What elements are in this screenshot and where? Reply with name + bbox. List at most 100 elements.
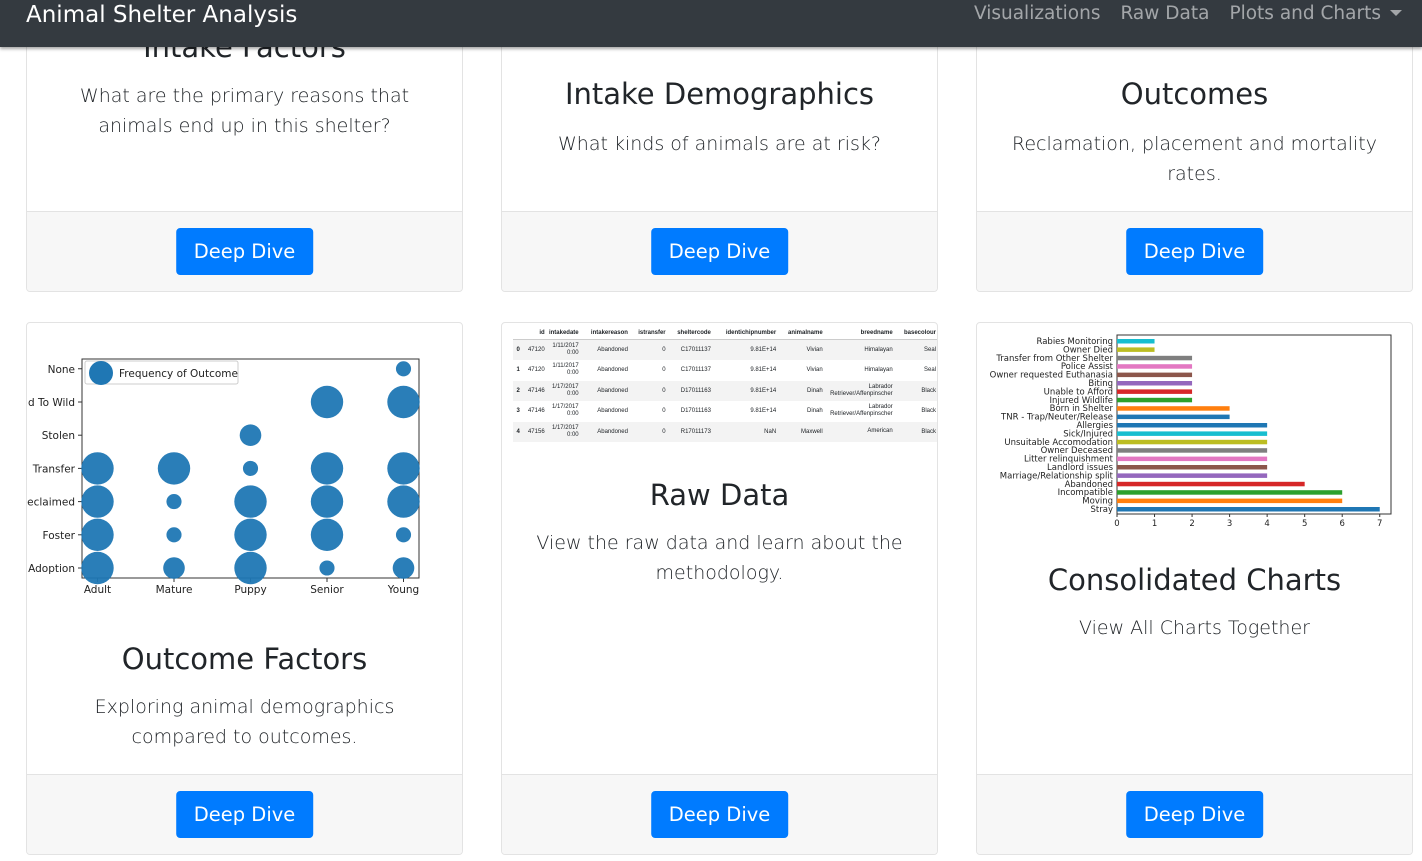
bar — [1117, 448, 1268, 453]
table-cell: Abandoned — [597, 408, 628, 415]
bubble-point — [81, 518, 114, 551]
table-cell: C17011137 — [680, 367, 711, 374]
card-title: Outcomes — [1120, 77, 1269, 111]
nav-plots-and-charts-label: Plots and Charts — [1229, 3, 1381, 24]
x-tick-label: 0 — [1114, 519, 1119, 529]
table-cell: D17011163 — [667, 380, 713, 401]
bubble-point — [81, 485, 114, 518]
deep-dive-button[interactable]: Deep Dive — [1125, 791, 1264, 838]
deep-dive-button[interactable]: Deep Dive — [175, 791, 314, 838]
table-cell: Black — [921, 408, 936, 415]
card-footer: Deep Dive — [977, 774, 1412, 854]
table-row: 2 47146 1/17/2017 0:00 Abandoned 0 D17011163 9… — [513, 380, 937, 401]
bubble-point — [242, 460, 259, 476]
table-row: 1 47120 1/11/2017 0:00 Abandoned 0 C17011137 9… — [513, 360, 937, 381]
outcome-bubble-chart: Adult Mature Puppy Senior Young Adoption Foste… — [27, 358, 420, 596]
deep-dive-button[interactable]: Deep Dive — [650, 791, 789, 838]
bubble-point — [163, 557, 185, 579]
table-cell: 0 — [513, 339, 522, 360]
table-cell: D17011163 — [680, 408, 711, 415]
card-text: View the raw data and learn about the me… — [536, 532, 903, 584]
card-title: Outcome Factors — [121, 642, 368, 676]
y-tick-label: Adoption — [28, 563, 75, 575]
dropdown-caret-icon — [1390, 10, 1402, 16]
table-cell: 1/17/2017 0:00 — [546, 380, 581, 401]
table-cell: 1/11/2017 0:00 — [546, 339, 581, 360]
bar — [1117, 473, 1268, 478]
bar — [1117, 423, 1268, 428]
x-tick-label: 3 — [1227, 519, 1232, 529]
deep-dive-button[interactable]: Deep Dive — [650, 228, 789, 275]
table-cell: Black — [894, 421, 937, 442]
x-tick-label: 2 — [1189, 519, 1194, 529]
x-tick-label: 4 — [1264, 519, 1269, 529]
bubble-point — [387, 485, 420, 518]
bar — [1117, 339, 1155, 344]
table-cell: Abandoned — [597, 367, 628, 374]
nav-visualizations[interactable]: Visualizations — [964, 0, 1111, 28]
table-header-row: id intakedate intakereason istransfer shelte… — [513, 327, 937, 340]
card-text: What are the primary reasons that animal… — [79, 85, 410, 137]
deep-dive-button[interactable]: Deep Dive — [1125, 228, 1264, 275]
nav-raw-data[interactable]: Raw Data — [1110, 0, 1219, 28]
column-header: identichipnumber — [712, 327, 779, 340]
table-cell: 0 — [629, 339, 668, 360]
card-footer: Deep Dive — [27, 774, 462, 854]
bar — [1117, 372, 1193, 378]
table-cell: Seal — [923, 367, 936, 374]
card-raw-data: id intakedate intakereason istransfer shelte… — [501, 322, 938, 855]
table-cell: Abandoned — [580, 380, 630, 401]
card-text: Reclamation, placement and mortality rat… — [1012, 133, 1377, 185]
bar — [1117, 389, 1193, 394]
bubble-point — [387, 385, 420, 419]
y-tick-label: Stolen — [42, 430, 75, 442]
card-title: Intake Demographics — [564, 77, 875, 111]
nav-plots-and-charts-dropdown[interactable]: Plots and Charts — [1219, 0, 1412, 28]
table-cell: Himalayan — [824, 339, 895, 360]
table-cell: 47120 — [521, 339, 547, 360]
x-tick-label: 5 — [1302, 519, 1307, 529]
x-tick-label: Adult — [84, 584, 111, 596]
bubble-point — [81, 551, 114, 585]
raw-data-table-preview: id intakedate intakereason istransfer shelte… — [513, 327, 937, 442]
nav-links: Visualizations Raw Data Plots and Charts — [964, 0, 1412, 28]
bubble-point — [310, 518, 344, 551]
table-cell: NaN — [712, 421, 779, 442]
table-cell: 1/11/2017 0:00 — [552, 363, 579, 377]
table-cell: Abandoned — [580, 339, 630, 360]
card-footer: Deep Dive — [502, 774, 937, 854]
column-header: sheltercode — [667, 327, 713, 340]
bubble-point — [166, 494, 182, 510]
bar — [1117, 498, 1343, 504]
bar — [1117, 355, 1193, 361]
deep-dive-button[interactable]: Deep Dive — [175, 228, 314, 275]
table-cell: 47146 — [527, 408, 545, 415]
table-cell: Maxwell — [778, 421, 825, 442]
table-cell: Himalayan — [864, 366, 893, 373]
bubble-point — [395, 361, 412, 377]
table-row: 0 47120 1/11/2017 0:00 Abandoned 0 C17011137 9… — [513, 339, 937, 360]
table-cell: 1/17/2017 0:00 — [551, 404, 579, 418]
bubble-point — [157, 452, 191, 485]
column-header: breedname — [824, 327, 895, 340]
card-text: View All Charts Together — [1079, 617, 1310, 639]
intake-reasons-bar-chart: StrayMovingIncompatibleAbandonedMarriage… — [990, 334, 1392, 529]
card-title: Consolidated Charts — [1047, 563, 1342, 597]
card-consolidated-charts: Stray Moving Incompatible Abandoned Marriage… — [976, 322, 1413, 855]
top-navbar: Animal Shelter Analysis Visualizations R… — [0, 0, 1422, 47]
x-tick-label: 7 — [1377, 519, 1382, 529]
bar — [1117, 397, 1193, 403]
column-header: animalname — [778, 327, 825, 340]
table-cell: R17011173 — [667, 421, 713, 442]
bar — [1117, 481, 1305, 487]
column-header: basecolour — [894, 327, 937, 340]
bar — [1117, 490, 1343, 495]
brand-link[interactable]: Animal Shelter Analysis — [26, 0, 297, 30]
table-cell: 3 — [516, 408, 520, 415]
table-cell: Dinah — [778, 380, 825, 401]
bubble-point — [81, 452, 114, 485]
bar — [1117, 456, 1268, 462]
y-tick-label: eclaimed — [27, 497, 75, 509]
bar — [1117, 465, 1268, 470]
table-row: 4 47156 1/17/2017 0:00 Abandoned 0 R17011173 N… — [513, 421, 937, 442]
